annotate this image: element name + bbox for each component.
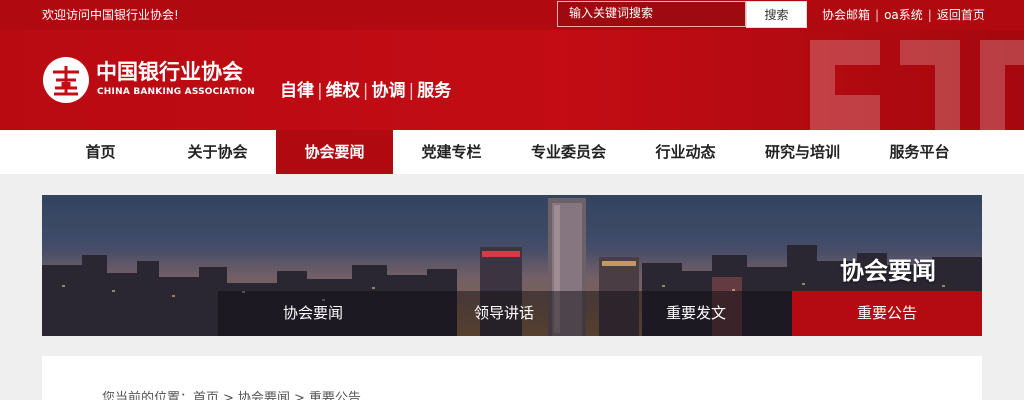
nav-item-service-platform[interactable]: 服务平台 [861,130,978,174]
breadcrumb-home[interactable]: 首页 [193,391,219,400]
breadcrumb-label: 您当前的位置： [102,391,194,400]
site-header: 中国银行业协会 CHINA BANKING ASSOCIATION 自律 | 维权 |… [0,30,1024,130]
subtab-important-announcements[interactable]: 重要公告 [792,291,982,336]
nav-item-party-building[interactable]: 党建专栏 [393,130,510,174]
link-return-home[interactable]: 返回首页 [937,8,985,22]
banner: 协会要闻 协会要闻 领导讲话 重要发文 重要公告 [42,195,982,336]
org-name-en: CHINA BANKING ASSOCIATION [97,87,255,97]
slogan-word: 服务 [417,81,452,101]
search-button[interactable]: 搜索 [746,1,807,28]
link-mailbox[interactable]: 协会邮箱 [822,8,870,22]
subtab-leader-speeches[interactable]: 领导讲话 [408,291,600,336]
divider: | [927,8,932,22]
association-logo-icon[interactable] [42,56,90,104]
breadcrumb-current: 重要公告 [308,391,361,400]
top-links: 协会邮箱 | oa系统 | 返回首页 [822,8,985,22]
divider: | [317,81,323,101]
slogan-word: 协调 [371,81,406,101]
nav-item-home[interactable]: 首页 [42,130,159,174]
welcome-text: 欢迎访问中国银行业协会! [42,8,179,22]
slogan-word: 维权 [325,81,360,101]
main-nav: 首页 关于协会 协会要闻 党建专栏 专业委员会 行业动态 研究与培训 服务平台 [0,130,1024,174]
breadcrumb-separator: > [293,391,305,400]
nav-item-committees[interactable]: 专业委员会 [510,130,627,174]
banner-title: 协会要闻 [840,257,936,285]
header-decoration [810,40,1024,130]
breadcrumb: 您当前的位置：首页 > 协会要闻 > 重要公告 [102,387,361,400]
breadcrumb-separator: > [223,391,234,400]
nav-item-research-training[interactable]: 研究与培训 [744,130,861,174]
slogan-word: 自律 [280,81,314,101]
top-bar: 欢迎访问中国银行业协会! 输入关键词搜索 搜索 协会邮箱 | oa系统 | 返回首页 [0,0,1024,30]
link-oa-system[interactable]: oa系统 [884,8,923,22]
subtab-important-documents[interactable]: 重要发文 [600,291,792,336]
divider: | [362,81,369,101]
slogan: 自律 | 维权 | 协调 | 服务 [280,76,451,101]
nav-item-industry-news[interactable]: 行业动态 [627,130,744,174]
nav-item-about[interactable]: 关于协会 [159,130,276,174]
search-input[interactable]: 输入关键词搜索 [557,1,746,27]
subtab-news[interactable]: 协会要闻 [218,291,408,336]
breadcrumb-news[interactable]: 协会要闻 [238,391,290,400]
nav-item-news[interactable]: 协会要闻 [276,130,393,174]
divider: | [875,8,880,22]
divider: | [408,81,415,101]
org-name-cn[interactable]: 中国银行业协会 [96,60,243,84]
